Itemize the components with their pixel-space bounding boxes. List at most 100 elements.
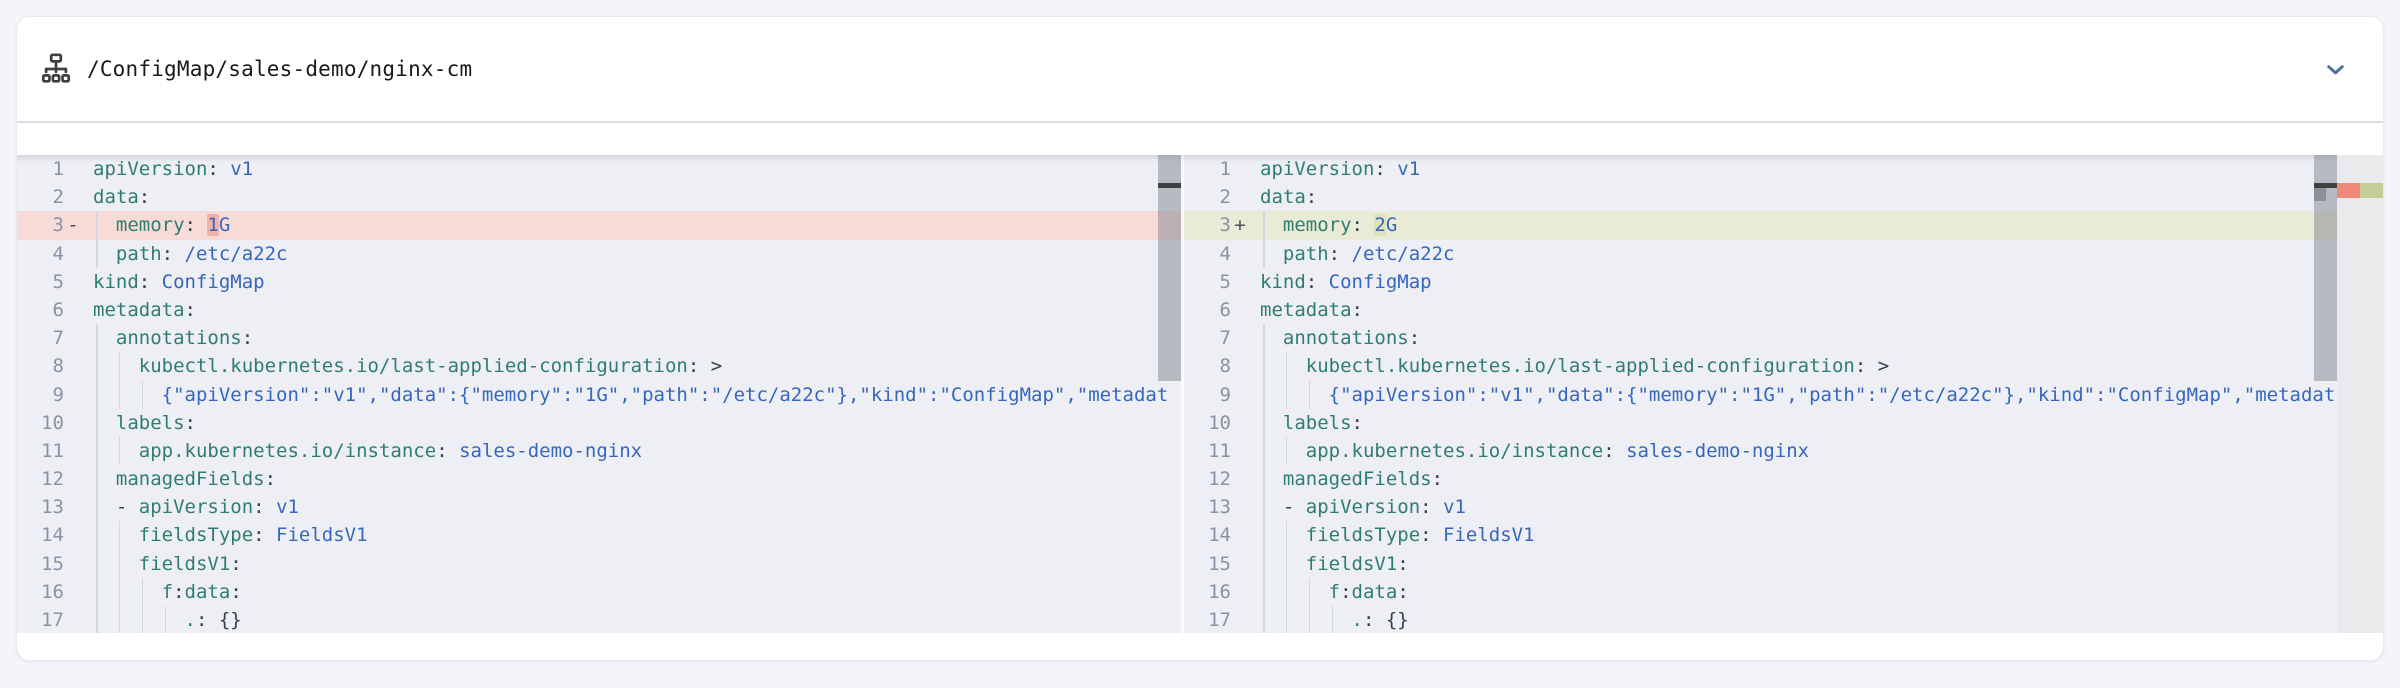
line-gutter[interactable]: 11 [17, 437, 93, 465]
line-gutter[interactable]: 16 [17, 578, 93, 606]
line-number[interactable]: 8 [1184, 352, 1231, 380]
code-line[interactable]: 13 - apiVersion: v1 [1184, 493, 2383, 521]
line-gutter[interactable]: 9 [17, 381, 93, 409]
code-line[interactable]: 2data: [17, 183, 1181, 211]
line-gutter[interactable]: 11 [1184, 437, 1260, 465]
code-line[interactable]: 1apiVersion: v1 [1184, 155, 2383, 183]
yaml-diff-left-panel[interactable]: 1apiVersion: v12data:3- memory: 1G4 path… [17, 155, 1181, 633]
line-gutter[interactable]: 8 [1184, 352, 1260, 380]
line-number[interactable]: 16 [1184, 578, 1231, 606]
line-gutter[interactable]: 2 [17, 183, 93, 211]
line-gutter[interactable]: 10 [17, 409, 93, 437]
line-number[interactable]: 14 [1184, 521, 1231, 549]
line-number[interactable]: 13 [17, 493, 64, 521]
line-number[interactable]: 16 [17, 578, 64, 606]
code-line[interactable]: 10 labels: [17, 409, 1181, 437]
code-line[interactable]: 12 managedFields: [1184, 465, 2383, 493]
line-gutter[interactable]: 4 [17, 240, 93, 268]
line-number[interactable]: 11 [1184, 437, 1231, 465]
code-line[interactable]: 3+ memory: 2G [1184, 211, 2383, 239]
line-gutter[interactable]: 12 [17, 465, 93, 493]
line-number[interactable]: 13 [1184, 493, 1231, 521]
code-line[interactable]: 8 kubectl.kubernetes.io/last-applied-con… [1184, 352, 2383, 380]
left-scrollbar-thumb[interactable] [1158, 155, 1181, 381]
code-line[interactable]: 16 f:data: [17, 578, 1181, 606]
line-number[interactable]: 9 [1184, 381, 1231, 409]
line-gutter[interactable]: 6 [17, 296, 93, 324]
line-number[interactable]: 7 [1184, 324, 1231, 352]
line-gutter[interactable]: 13 [1184, 493, 1260, 521]
line-number[interactable]: 9 [17, 381, 64, 409]
line-gutter[interactable]: 2 [1184, 183, 1260, 211]
code-line[interactable]: 15 fieldsV1: [17, 550, 1181, 578]
line-number[interactable]: 4 [1184, 240, 1231, 268]
line-gutter[interactable]: 1 [1184, 155, 1260, 183]
code-line[interactable]: 11 app.kubernetes.io/instance: sales-dem… [17, 437, 1181, 465]
line-gutter[interactable]: 16 [1184, 578, 1260, 606]
line-number[interactable]: 10 [1184, 409, 1231, 437]
code-line[interactable]: 5kind: ConfigMap [17, 268, 1181, 296]
line-gutter[interactable]: 5 [17, 268, 93, 296]
code-line[interactable]: 5kind: ConfigMap [1184, 268, 2383, 296]
line-number[interactable]: 2 [17, 183, 64, 211]
code-line[interactable]: 1apiVersion: v1 [17, 155, 1181, 183]
line-gutter[interactable]: 10 [1184, 409, 1260, 437]
line-gutter[interactable]: 7 [17, 324, 93, 352]
line-number[interactable]: 12 [1184, 465, 1231, 493]
chevron-down-icon[interactable] [2322, 56, 2349, 83]
line-number[interactable]: 14 [17, 521, 64, 549]
line-gutter[interactable]: 7 [1184, 324, 1260, 352]
line-number[interactable]: 6 [1184, 296, 1231, 324]
line-number[interactable]: 4 [17, 240, 64, 268]
line-number[interactable]: 3 [1184, 211, 1231, 239]
code-line[interactable]: 9 {"apiVersion":"v1","data":{"memory":"1… [1184, 381, 2383, 409]
code-line[interactable]: 14 fieldsType: FieldsV1 [17, 521, 1181, 549]
line-number[interactable]: 5 [1184, 268, 1231, 296]
line-number[interactable]: 1 [17, 155, 64, 183]
code-line[interactable]: 12 managedFields: [17, 465, 1181, 493]
line-gutter[interactable]: 15 [1184, 550, 1260, 578]
code-line[interactable]: 14 fieldsType: FieldsV1 [1184, 521, 2383, 549]
yaml-diff-right-panel[interactable]: 1apiVersion: v12data:3+ memory: 2G4 path… [1184, 155, 2383, 633]
code-line[interactable]: 9 {"apiVersion":"v1","data":{"memory":"1… [17, 381, 1181, 409]
line-number[interactable]: 17 [17, 606, 64, 633]
line-number[interactable]: 15 [1184, 550, 1231, 578]
code-line[interactable]: 8 kubectl.kubernetes.io/last-applied-con… [17, 352, 1181, 380]
code-line[interactable]: 15 fieldsV1: [1184, 550, 2383, 578]
code-line[interactable]: 6metadata: [17, 296, 1181, 324]
line-gutter[interactable]: 3- [17, 211, 93, 239]
line-gutter[interactable]: 4 [1184, 240, 1260, 268]
line-gutter[interactable]: 14 [17, 521, 93, 549]
line-number[interactable]: 8 [17, 352, 64, 380]
code-line[interactable]: 10 labels: [1184, 409, 2383, 437]
line-number[interactable]: 6 [17, 296, 64, 324]
right-scrollbar-thumb[interactable] [2314, 155, 2337, 381]
line-gutter[interactable]: 8 [17, 352, 93, 380]
line-number[interactable]: 3 [17, 211, 64, 239]
line-number[interactable]: 11 [17, 437, 64, 465]
code-line[interactable]: 4 path: /etc/a22c [17, 240, 1181, 268]
overview-ruler[interactable] [2337, 155, 2383, 633]
code-line[interactable]: 17 .: {} [17, 606, 1181, 633]
code-line[interactable]: 6metadata: [1184, 296, 2383, 324]
line-number[interactable]: 5 [17, 268, 64, 296]
line-gutter[interactable]: 14 [1184, 521, 1260, 549]
line-number[interactable]: 17 [1184, 606, 1231, 633]
line-number[interactable]: 12 [17, 465, 64, 493]
code-line[interactable]: 2data: [1184, 183, 2383, 211]
line-gutter[interactable]: 13 [17, 493, 93, 521]
code-line[interactable]: 17 .: {} [1184, 606, 2383, 633]
line-number[interactable]: 1 [1184, 155, 1231, 183]
code-line[interactable]: 7 annotations: [17, 324, 1181, 352]
code-line[interactable]: 11 app.kubernetes.io/instance: sales-dem… [1184, 437, 2383, 465]
code-line[interactable]: 13 - apiVersion: v1 [17, 493, 1181, 521]
code-line[interactable]: 7 annotations: [1184, 324, 2383, 352]
line-number[interactable]: 10 [17, 409, 64, 437]
code-line[interactable]: 4 path: /etc/a22c [1184, 240, 2383, 268]
line-gutter[interactable]: 1 [17, 155, 93, 183]
line-gutter[interactable]: 6 [1184, 296, 1260, 324]
code-line[interactable]: 16 f:data: [1184, 578, 2383, 606]
line-number[interactable]: 7 [17, 324, 64, 352]
line-number[interactable]: 15 [17, 550, 64, 578]
line-gutter[interactable]: 17 [1184, 606, 1260, 633]
